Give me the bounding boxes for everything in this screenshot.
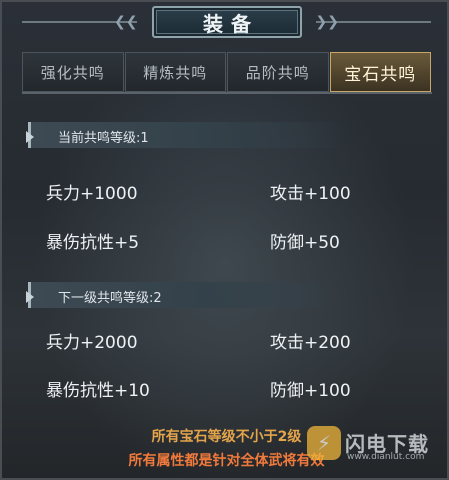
tab-divider	[22, 92, 432, 94]
next-crit-resist-stat: 暴伤抗性+10	[46, 381, 150, 401]
current-crit-resist-stat: 暴伤抗性+5	[46, 233, 140, 253]
resonance-tabs: 强化共鸣 精炼共鸣 品阶共鸣 宝石共鸣	[22, 52, 432, 92]
title-box: 装备	[152, 6, 302, 38]
current-level-header: 当前共鸣等级:1	[26, 122, 348, 148]
current-defense-stat: 防御+50	[270, 233, 340, 253]
next-level-header: 下一级共鸣等级:2	[26, 282, 348, 308]
current-level-label: 当前共鸣等级:1	[58, 131, 149, 146]
section-arrow-icon	[26, 291, 34, 303]
next-level-label: 下一级共鸣等级:2	[58, 291, 162, 306]
ornament-left-icon: ❮❮	[114, 14, 138, 30]
next-attack-stat: 攻击+200	[270, 333, 351, 353]
page-title: 装备	[203, 11, 259, 36]
ornament-right-icon: ❯❯	[315, 14, 339, 30]
tab-grade-resonance[interactable]: 品阶共鸣	[227, 52, 329, 92]
tab-gem-resonance[interactable]: 宝石共鸣	[329, 52, 431, 92]
section-arrow-icon	[26, 131, 34, 143]
current-attack-stat: 攻击+100	[270, 184, 351, 204]
watermark-url: www.dianlut.com	[347, 452, 425, 462]
equipment-panel: ❮❮ ❯❯ 装备 强化共鸣 精炼共鸣 品阶共鸣 宝石共鸣 当前共鸣等级:1 兵力…	[0, 0, 449, 480]
tab-refine-resonance[interactable]: 精炼共鸣	[124, 52, 226, 92]
title-banner: ❮❮ ❯❯ 装备	[2, 2, 449, 42]
watermark: ⚡ 闪电下载 www.dianlut.com	[307, 422, 447, 470]
tab-enhance-resonance[interactable]: 强化共鸣	[22, 52, 124, 92]
current-troops-stat: 兵力+1000	[46, 184, 138, 204]
next-defense-stat: 防御+100	[270, 381, 351, 401]
lightning-logo-icon: ⚡	[307, 426, 341, 460]
next-troops-stat: 兵力+2000	[46, 333, 138, 353]
